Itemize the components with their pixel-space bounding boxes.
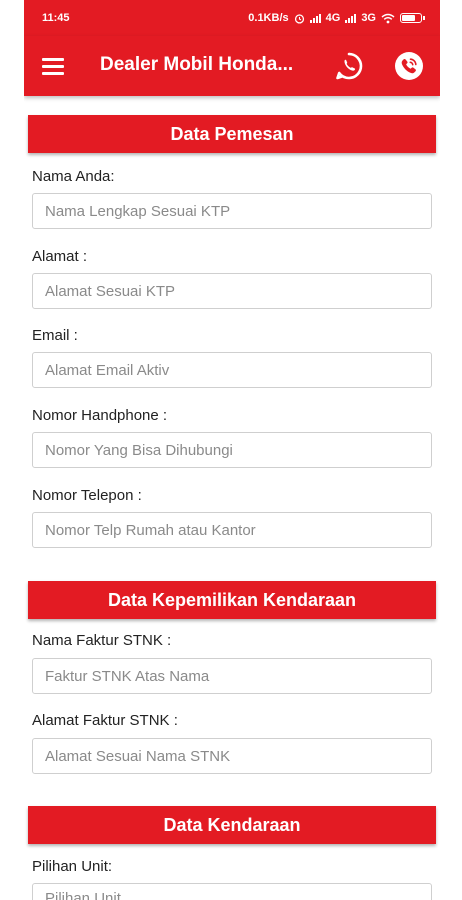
network-speed: 0.1KB/s	[248, 12, 289, 24]
address-label: Alamat :	[32, 248, 88, 265]
network-type-2: 3G	[361, 12, 376, 24]
alarm-icon	[294, 13, 304, 24]
wifi-icon	[381, 13, 395, 23]
email-label: Email :	[32, 327, 78, 344]
stnk-name-input[interactable]	[32, 658, 432, 694]
phone-call-icon[interactable]	[394, 51, 424, 81]
signal-icon	[309, 13, 321, 23]
stnk-address-input[interactable]	[32, 738, 432, 774]
status-time: 11:45	[42, 12, 70, 24]
name-input[interactable]	[32, 193, 432, 229]
whatsapp-icon[interactable]	[334, 51, 364, 81]
mobile-phone-input[interactable]	[32, 432, 432, 468]
app-title: Dealer Mobil Honda...	[100, 54, 294, 75]
status-bar: 11:45 0.1KB/s 4G 3G	[24, 0, 440, 36]
mobile-phone-label: Nomor Handphone :	[32, 407, 168, 424]
telephone-label: Nomor Telepon :	[32, 487, 142, 504]
app-screen: 11:45 0.1KB/s 4G 3G Dealer Mobil Honda..…	[24, 0, 440, 900]
stnk-name-label: Nama Faktur STNK :	[32, 632, 172, 649]
name-label: Nama Anda:	[32, 168, 115, 185]
section-header-data-pemesan: Data Pemesan	[28, 115, 436, 153]
app-bar: Dealer Mobil Honda...	[24, 36, 440, 96]
unit-choice-label: Pilihan Unit:	[32, 858, 113, 875]
hamburger-menu-icon[interactable]	[42, 58, 64, 75]
unit-select-value: Pilihan Unit	[45, 890, 121, 900]
battery-icon	[400, 13, 425, 23]
unit-select[interactable]: Pilihan Unit	[32, 883, 432, 900]
address-input[interactable]	[32, 273, 432, 309]
network-type-1: 4G	[325, 12, 341, 24]
email-input[interactable]	[32, 352, 432, 388]
signal-icon-2	[345, 13, 357, 23]
telephone-input[interactable]	[32, 512, 432, 548]
section-header-data-kepemilikan: Data Kepemilikan Kendaraan	[28, 581, 436, 619]
section-header-data-kendaraan: Data Kendaraan	[28, 806, 436, 844]
status-icons: 0.1KB/s 4G 3G	[248, 12, 425, 24]
stnk-address-label: Alamat Faktur STNK :	[32, 712, 178, 729]
